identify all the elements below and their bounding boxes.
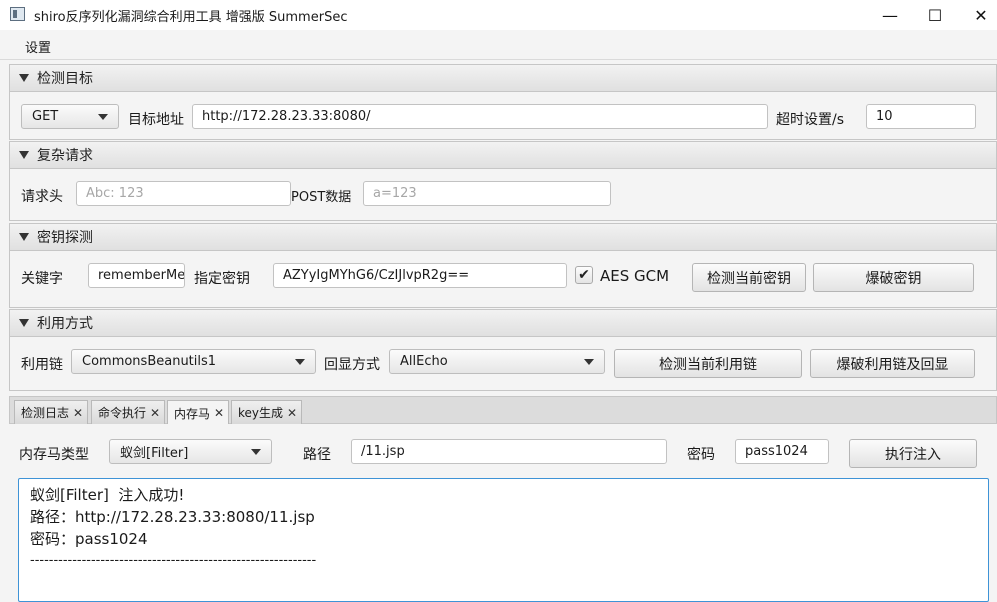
close-button[interactable]: ✕ bbox=[958, 0, 997, 30]
password-input[interactable]: pass1024 bbox=[735, 439, 829, 464]
close-icon[interactable]: ✕ bbox=[73, 406, 83, 420]
chain-value: CommonsBeanutils1 bbox=[82, 354, 217, 369]
output-line: 路径：http://172.28.23.33:8080/11.jsp bbox=[30, 508, 315, 526]
url-input[interactable]: http://172.28.23.33:8080/ bbox=[192, 104, 768, 129]
aes-gcm-label: AES GCM bbox=[600, 267, 670, 285]
app-icon bbox=[10, 7, 25, 21]
tab-memshell[interactable]: 内存马 ✕ bbox=[167, 400, 230, 425]
minimize-button[interactable]: — bbox=[867, 0, 913, 30]
complex-section-title: 复杂请求 bbox=[37, 148, 93, 164]
keyword-input[interactable]: rememberMe bbox=[88, 263, 185, 288]
headers-input[interactable]: Abc: 123 bbox=[76, 181, 291, 206]
maximize-button[interactable]: ☐ bbox=[912, 0, 958, 30]
tab-label: 命令执行 bbox=[98, 406, 147, 420]
window-title: shiro反序列化漏洞综合利用工具 增强版 SummerSec bbox=[34, 10, 348, 25]
post-data-input[interactable]: a=123 bbox=[363, 181, 611, 206]
collapse-arrow-icon bbox=[19, 233, 29, 241]
specified-key-label: 指定密钥 bbox=[194, 271, 250, 287]
output-line: ----------------------------------------… bbox=[30, 553, 317, 568]
aes-gcm-checkbox[interactable]: ✔ bbox=[575, 266, 593, 284]
memshell-type-select[interactable]: 蚁剑[Filter] bbox=[109, 439, 272, 464]
tab-detection-log[interactable]: 检测日志 ✕ bbox=[14, 400, 89, 424]
complex-section-header[interactable]: 复杂请求 bbox=[9, 141, 997, 169]
brute-key-button[interactable]: 爆破密钥 bbox=[813, 263, 974, 292]
close-icon[interactable]: ✕ bbox=[287, 406, 297, 420]
target-section-header[interactable]: 检测目标 bbox=[9, 64, 997, 92]
path-input[interactable]: /11.jsp bbox=[351, 439, 667, 464]
chevron-down-icon bbox=[584, 358, 594, 365]
exploit-section-header[interactable]: 利用方式 bbox=[9, 309, 997, 337]
password-label: 密码 bbox=[687, 447, 715, 463]
url-label: 目标地址 bbox=[128, 112, 184, 128]
close-icon[interactable]: ✕ bbox=[214, 406, 224, 420]
tab-command-exec[interactable]: 命令执行 ✕ bbox=[91, 400, 166, 424]
check-key-button[interactable]: 检测当前密钥 bbox=[692, 263, 806, 292]
tab-key-gen[interactable]: key生成 ✕ bbox=[231, 400, 303, 424]
exploit-section-title: 利用方式 bbox=[37, 316, 93, 332]
memshell-type-label: 内存马类型 bbox=[19, 447, 89, 463]
key-section-title: 密钥探测 bbox=[37, 230, 93, 246]
key-section-header[interactable]: 密钥探测 bbox=[9, 223, 997, 251]
collapse-arrow-icon bbox=[19, 319, 29, 327]
menu-bar bbox=[0, 30, 997, 60]
method-select[interactable]: GET bbox=[21, 104, 119, 129]
target-section-title: 检测目标 bbox=[37, 71, 93, 87]
tab-label: 内存马 bbox=[174, 406, 211, 421]
post-data-label: POST数据 bbox=[291, 190, 352, 205]
tab-label: 检测日志 bbox=[21, 406, 70, 420]
echo-select[interactable]: AllEcho bbox=[389, 349, 605, 374]
chevron-down-icon bbox=[295, 358, 305, 365]
memshell-type-value: 蚁剑[Filter] bbox=[120, 446, 189, 461]
brute-chain-button[interactable]: 爆破利用链及回显 bbox=[810, 349, 975, 378]
timeout-label: 超时设置/s bbox=[776, 112, 845, 128]
menu-settings[interactable]: 设置 bbox=[25, 37, 51, 56]
headers-label: 请求头 bbox=[21, 189, 63, 205]
inject-button[interactable]: 执行注入 bbox=[849, 439, 977, 468]
chain-select[interactable]: CommonsBeanutils1 bbox=[71, 349, 316, 374]
collapse-arrow-icon bbox=[19, 151, 29, 159]
chevron-down-icon bbox=[98, 113, 108, 120]
echo-label: 回显方式 bbox=[324, 357, 380, 373]
method-value: GET bbox=[32, 109, 59, 124]
specified-key-input[interactable]: AZYyIgMYhG6/CzIJlvpR2g== bbox=[273, 263, 567, 288]
chevron-down-icon bbox=[251, 448, 261, 455]
collapse-arrow-icon bbox=[19, 74, 29, 82]
close-icon[interactable]: ✕ bbox=[150, 406, 160, 420]
tab-label: key生成 bbox=[238, 406, 284, 420]
output-line: 密码：pass1024 bbox=[30, 530, 148, 548]
keyword-label: 关键字 bbox=[21, 271, 63, 287]
checkmark-icon: ✔ bbox=[578, 267, 590, 283]
echo-value: AllEcho bbox=[400, 354, 448, 369]
output-line: 蚁剑[Filter] 注入成功! bbox=[30, 486, 185, 504]
output-textarea[interactable]: 蚁剑[Filter] 注入成功! 路径：http://172.28.23.33:… bbox=[18, 478, 989, 602]
check-chain-button[interactable]: 检测当前利用链 bbox=[614, 349, 802, 378]
timeout-input[interactable]: 10 bbox=[866, 104, 976, 129]
chain-label: 利用链 bbox=[21, 357, 63, 373]
path-label: 路径 bbox=[303, 447, 331, 463]
